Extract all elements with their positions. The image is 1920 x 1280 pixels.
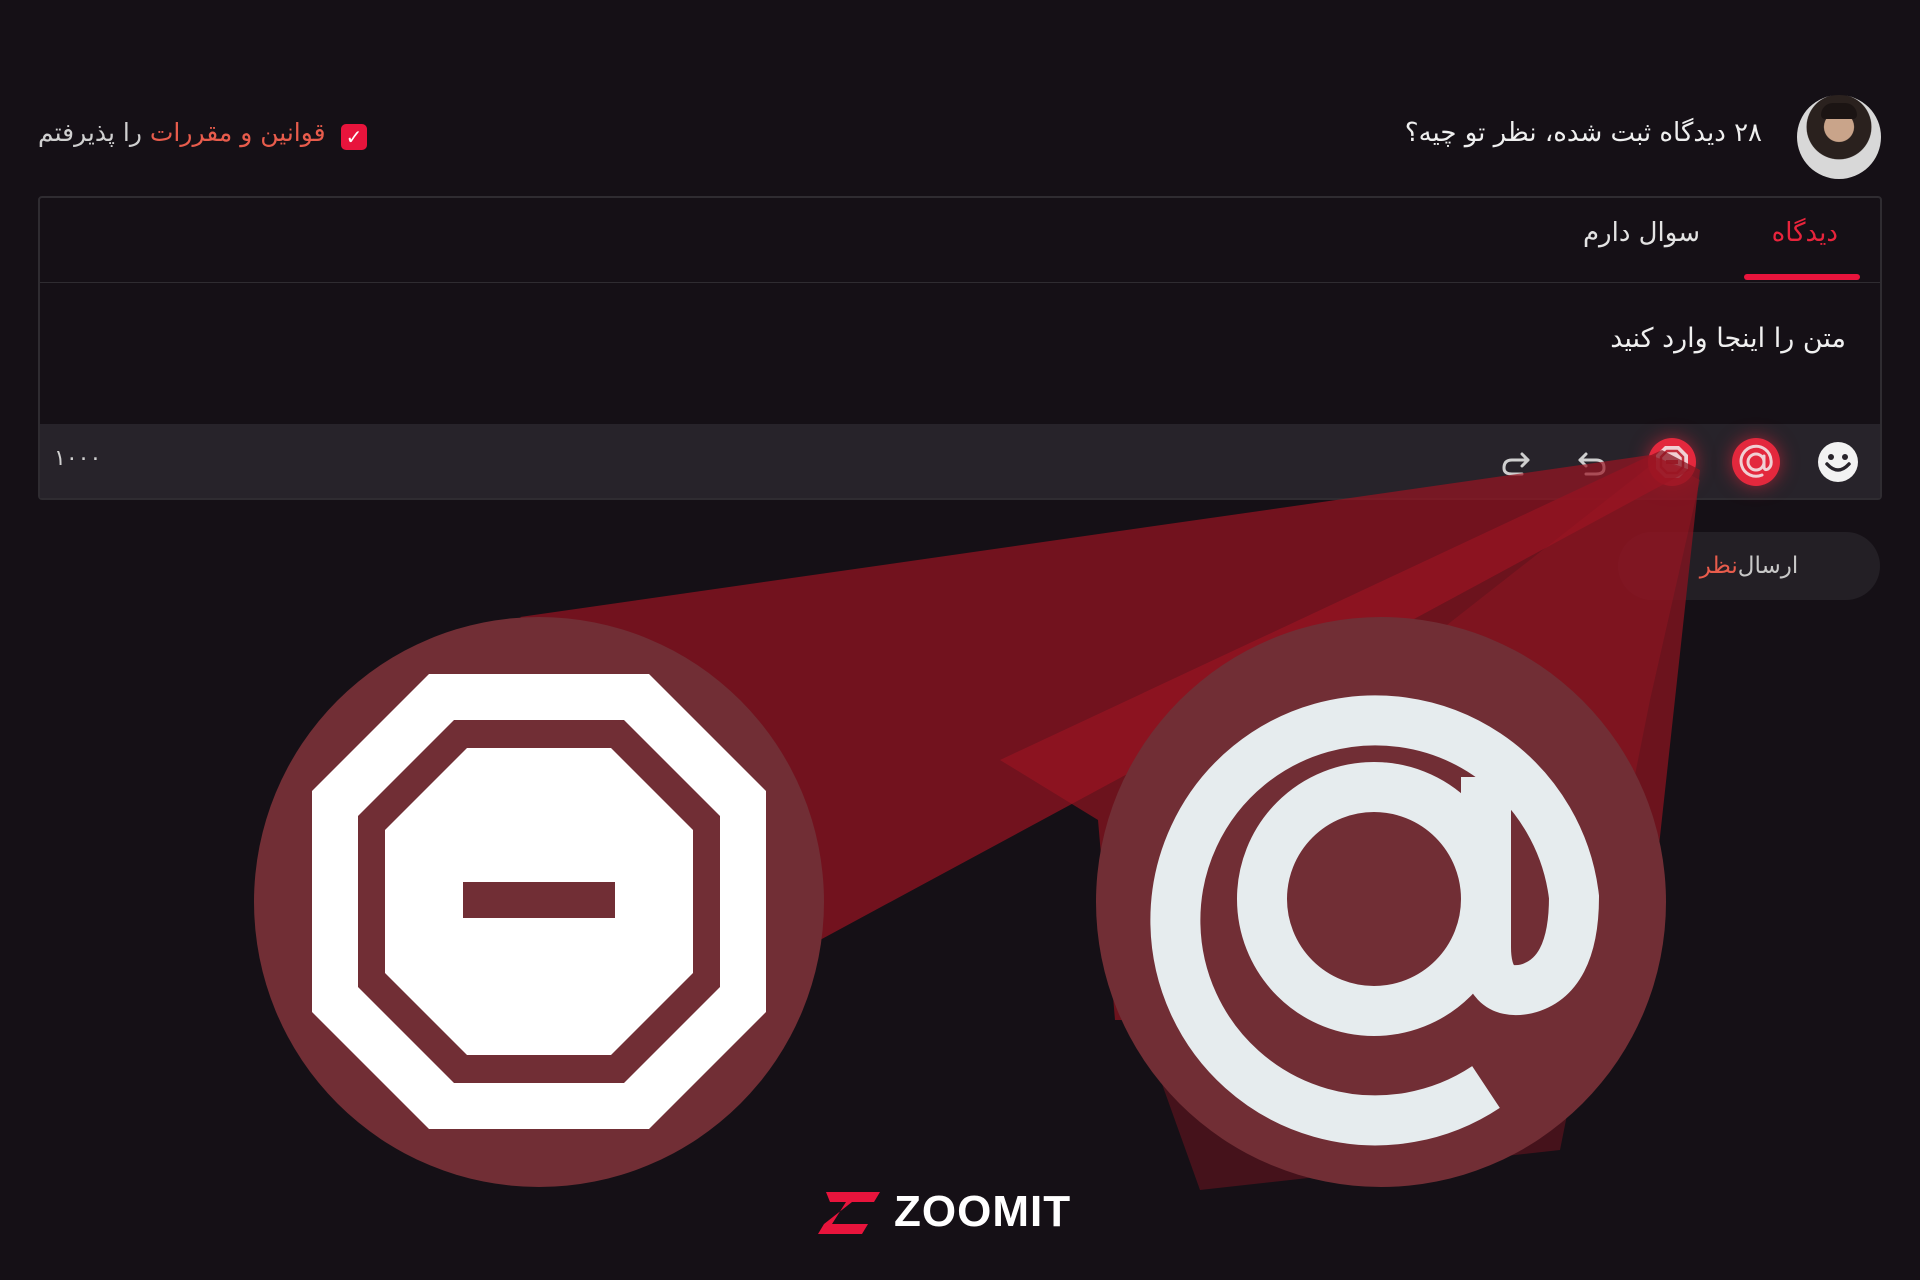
logo-text: ZOOMIT bbox=[894, 1187, 1072, 1236]
mention-at-large-icon bbox=[1150, 695, 1600, 1146]
emoji-icon[interactable] bbox=[1814, 438, 1862, 486]
terms-label: قوانین و مقررات را پذیرفتم bbox=[38, 118, 326, 147]
tab-question[interactable]: سوال دارم bbox=[1583, 218, 1700, 248]
mention-at-icon[interactable] bbox=[1732, 438, 1780, 486]
comment-text-input[interactable]: متن را اینجا وارد کنید bbox=[1610, 323, 1846, 354]
editor-tabs: دیدگاه سوال دارم bbox=[40, 198, 1880, 283]
character-counter: ۱۰۰۰ bbox=[54, 446, 102, 471]
submit-label-accent: نظر bbox=[1699, 553, 1738, 579]
submit-comment-button[interactable]: ارسال نظر bbox=[1618, 532, 1880, 600]
redo-icon[interactable] bbox=[1492, 438, 1540, 486]
comment-count-heading: ۲۸ دیدگاه ثبت شده، نظر تو چیه؟ bbox=[1404, 118, 1762, 148]
submit-label-main: ارسال bbox=[1737, 553, 1799, 579]
editor-toolbar: ۱۰۰۰ bbox=[40, 424, 1880, 498]
terms-link[interactable]: قوانین و مقررات bbox=[150, 118, 326, 147]
spoiler-stop-icon[interactable] bbox=[1648, 438, 1696, 486]
mention-zoom-callout bbox=[1096, 617, 1666, 1187]
spoiler-stop-large-icon bbox=[312, 674, 766, 1129]
zoomit-z-icon bbox=[818, 1192, 880, 1234]
zoomit-logo: ZOOMIT bbox=[818, 1187, 1072, 1236]
terms-checkbox[interactable]: ✓ bbox=[341, 124, 367, 150]
user-avatar bbox=[1797, 95, 1881, 179]
active-tab-indicator bbox=[1744, 274, 1860, 280]
terms-suffix: را پذیرفتم bbox=[38, 118, 150, 147]
undo-icon[interactable] bbox=[1568, 438, 1616, 486]
tab-comment[interactable]: دیدگاه bbox=[1772, 218, 1838, 248]
comment-editor: دیدگاه سوال دارم متن را اینجا وارد کنید bbox=[38, 196, 1882, 500]
spoiler-zoom-callout bbox=[254, 617, 824, 1187]
